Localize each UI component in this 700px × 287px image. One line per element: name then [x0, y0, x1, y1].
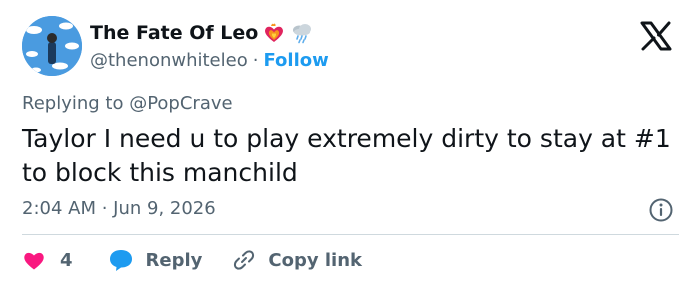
flaming-heart-icon — [262, 22, 286, 44]
link-icon — [234, 250, 255, 270]
author-name-row: The Fate Of Leo — [90, 20, 314, 46]
author-handle[interactable]: @thenonwhiteleo — [90, 50, 248, 71]
info-icon[interactable] — [648, 197, 674, 223]
avatar[interactable] — [22, 16, 82, 76]
action-bar: 4 Reply Copy link — [22, 246, 362, 274]
follow-button[interactable]: Follow — [263, 50, 328, 71]
author-display-name[interactable]: The Fate Of Leo — [90, 22, 258, 44]
cloud-rain-icon — [290, 22, 314, 44]
copy-link-label: Copy link — [268, 249, 362, 271]
author-handle-row: @thenonwhiteleo · Follow — [90, 48, 329, 72]
replying-to-prefix: Replying to — [22, 93, 130, 114]
separator-dot: · — [252, 49, 259, 71]
replying-to-line: Replying to @PopCrave — [22, 93, 233, 114]
divider — [22, 234, 679, 235]
x-logo-icon[interactable] — [636, 20, 676, 52]
like-count: 4 — [60, 249, 73, 271]
reply-button[interactable]: Reply — [108, 248, 203, 272]
tweet-card: The Fate Of Leo @thenonwhiteleo · Follow… — [0, 0, 700, 287]
like-button[interactable]: 4 — [22, 249, 73, 271]
avatar-image — [22, 16, 82, 76]
tweet-text: Taylor I need u to play extremely dirty … — [22, 124, 671, 187]
heart-icon — [24, 252, 44, 270]
reply-bubble-icon — [109, 250, 132, 271]
reply-label: Reply — [145, 249, 203, 271]
copy-link-button[interactable]: Copy link — [232, 248, 362, 272]
tweet-timestamp[interactable]: 2:04 AM · Jun 9, 2026 — [22, 198, 216, 219]
replying-to-mention[interactable]: @PopCrave — [129, 93, 232, 114]
